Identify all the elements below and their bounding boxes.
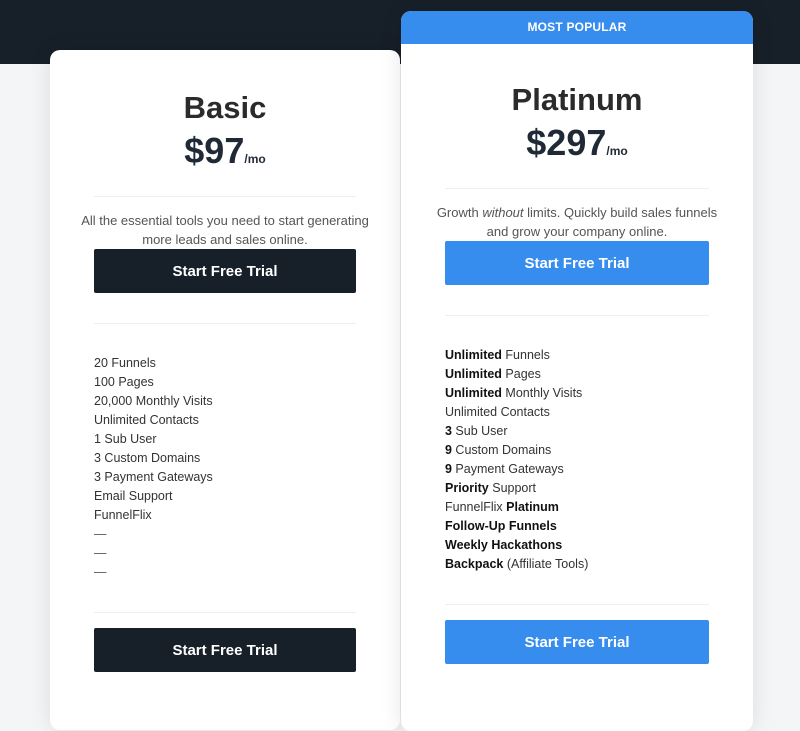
feature-highlight: 3 — [445, 424, 452, 438]
feature-item: 3 Sub User — [445, 422, 709, 441]
most-popular-badge: MOST POPULAR — [401, 11, 753, 44]
feature-item: Priority Support — [445, 479, 709, 498]
feature-text: Support — [488, 481, 537, 495]
plan-description: All the essential tools you need to star… — [81, 213, 369, 247]
feature-item: FunnelFlix Platinum — [445, 498, 709, 517]
feature-highlight: Unlimited — [445, 367, 502, 381]
feature-highlight: Follow-Up Funnels — [445, 519, 557, 533]
feature-text: (Affiliate Tools) — [503, 557, 589, 571]
feature-text: FunnelFlix — [445, 500, 507, 514]
feature-text: Unlimited Contacts — [445, 405, 550, 419]
feature-text: Payment Gateways — [451, 462, 564, 476]
description-emphasis: without — [482, 205, 524, 220]
start-free-trial-button-bottom[interactable]: Start Free Trial — [445, 620, 709, 664]
feature-list: Unlimited Funnels Unlimited Pages Unlimite… — [445, 346, 709, 574]
feature-item: 100 Pages — [94, 375, 154, 389]
feature-text: Monthly Visits — [501, 386, 583, 400]
description-text: Growth — [436, 205, 483, 220]
price-amount: $297 — [526, 122, 607, 163]
plan-name: Platinum — [511, 82, 643, 117]
feature-highlight: Unlimited — [445, 386, 502, 400]
start-free-trial-button[interactable]: Start Free Trial — [94, 249, 356, 293]
plan-description: Growth without limits. Quickly build sal… — [401, 203, 753, 241]
feature-list: 20 Funnels 100 Pages 20,000 Monthly Visi… — [94, 354, 356, 582]
feature-text: Sub User — [451, 424, 508, 438]
feature-item: Weekly Hackathons — [445, 536, 709, 555]
feature-item: Unlimited Monthly Visits — [445, 384, 709, 403]
plan-price: $297/mo — [401, 122, 753, 164]
start-free-trial-button[interactable]: Start Free Trial — [445, 241, 709, 285]
feature-highlight: Platinum — [506, 500, 559, 514]
feature-item: Backpack (Affiliate Tools) — [445, 555, 709, 574]
feature-item: 1 Sub User — [94, 432, 157, 446]
feature-item: 9 Custom Domains — [445, 441, 709, 460]
feature-item: 9 Payment Gateways — [445, 460, 709, 479]
feature-item-empty: — — [94, 546, 107, 560]
feature-item: 20,000 Monthly Visits — [94, 394, 213, 408]
feature-text: Custom Domains — [451, 443, 552, 457]
price-period: /mo — [606, 144, 628, 158]
feature-highlight: Backpack — [445, 557, 504, 571]
plan-card-basic: Basic $97/mo All the essential tools you… — [50, 50, 400, 730]
feature-item: Unlimited Contacts — [94, 413, 199, 427]
feature-item: 3 Custom Domains — [94, 451, 201, 465]
plan-name: Basic — [183, 90, 267, 125]
feature-item: FunnelFlix — [94, 508, 152, 522]
feature-item-empty: — — [94, 527, 107, 541]
plan-card-platinum: MOST POPULAR Platinum $297/mo Growth wit… — [401, 11, 753, 731]
feature-text: Pages — [501, 367, 541, 381]
start-free-trial-button-bottom[interactable]: Start Free Trial — [94, 628, 356, 672]
feature-text: Funnels — [501, 348, 550, 362]
feature-highlight: 9 — [445, 462, 452, 476]
feature-item-empty: — — [94, 565, 107, 579]
feature-highlight: 9 — [445, 443, 452, 457]
feature-highlight: Priority — [445, 481, 489, 495]
feature-item: 20 Funnels — [94, 356, 156, 370]
price-amount: $97 — [184, 130, 245, 171]
feature-item: Follow-Up Funnels — [445, 517, 709, 536]
feature-item: Unlimited Contacts — [445, 403, 709, 422]
feature-item: Unlimited Funnels — [445, 346, 709, 365]
feature-item: Email Support — [94, 489, 173, 503]
price-period: /mo — [244, 152, 266, 166]
feature-highlight: Unlimited — [445, 348, 502, 362]
feature-item: Unlimited Pages — [445, 365, 709, 384]
feature-item: 3 Payment Gateways — [94, 470, 213, 484]
feature-highlight: Weekly Hackathons — [445, 538, 563, 552]
plan-price: $97/mo — [50, 130, 400, 172]
